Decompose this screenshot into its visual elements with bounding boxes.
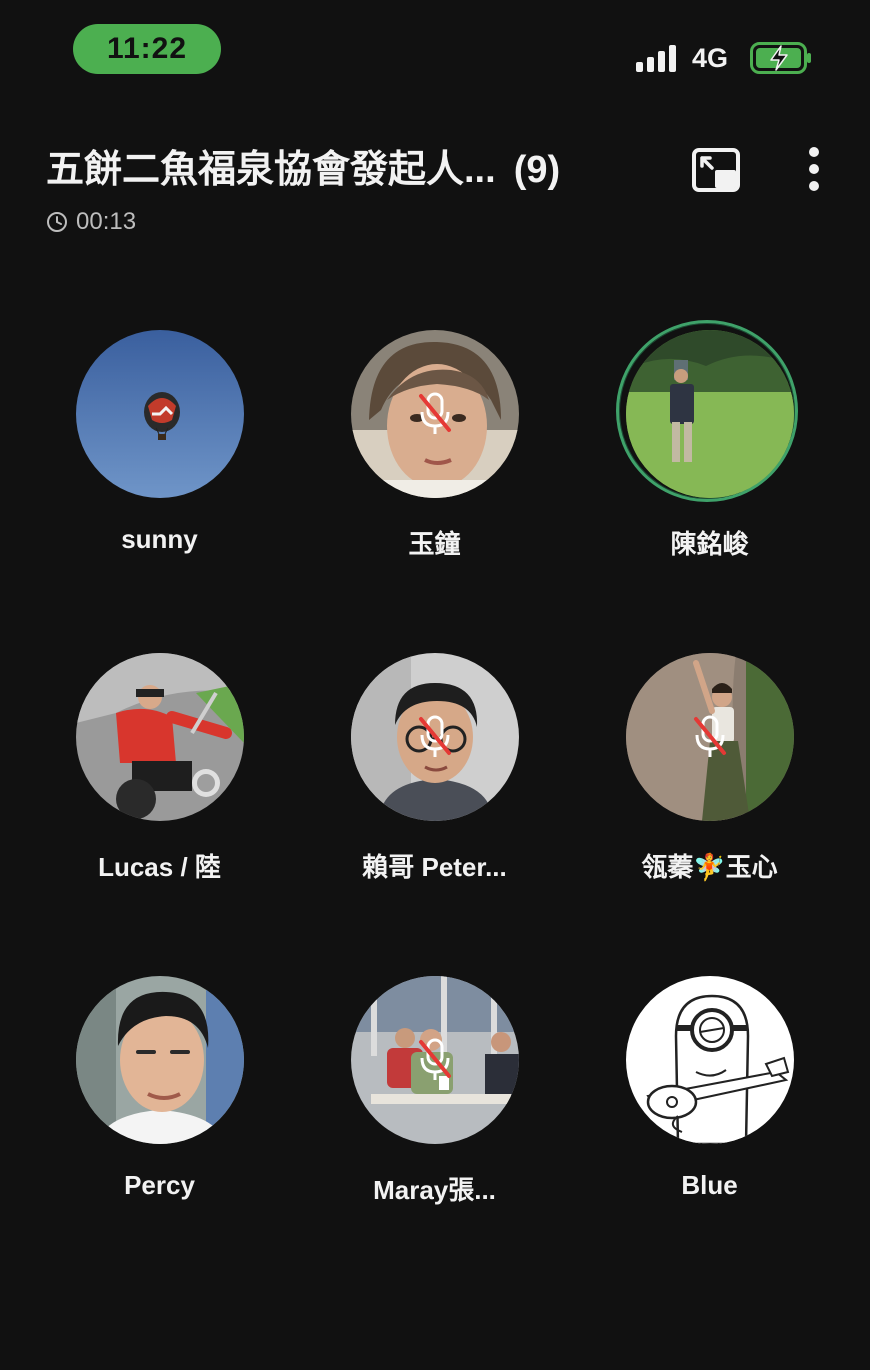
picture-in-picture-icon[interactable] (690, 144, 742, 196)
participant-count: (9) (513, 149, 561, 191)
participant-tile[interactable]: Maray張... (297, 966, 572, 1289)
participant-avatar (76, 653, 244, 821)
participant-name: 瓴蓁🧚玉心 (641, 852, 778, 882)
participant-name: sunny (121, 524, 198, 554)
participant-name: 玉鐘 (408, 529, 461, 559)
mic-muted-icon (419, 392, 451, 434)
call-title: 五餅二魚福泉協會發起人... (9) (46, 142, 666, 198)
participant-tile[interactable]: Lucas / 陸 (22, 643, 297, 966)
participant-name: 賴哥 Peter... (362, 852, 507, 882)
status-time: 11:22 (73, 24, 221, 74)
more-vertical-icon[interactable] (792, 142, 836, 198)
group-name: 五餅二魚福泉協會發起人... (46, 149, 496, 191)
participant-avatar (626, 330, 794, 498)
participant-name: Percy (124, 1170, 195, 1200)
participant-name: 陳銘峻 (670, 529, 749, 559)
participant-tile[interactable]: 瓴蓁🧚玉心 (572, 643, 847, 966)
call-timer: 00:13 (46, 206, 136, 238)
mic-muted-icon (694, 715, 726, 757)
participant-name: Blue (681, 1170, 738, 1200)
call-duration: 00:13 (76, 208, 137, 235)
participant-name: Lucas / 陸 (98, 852, 221, 882)
participant-tile[interactable]: 陳銘峻 (572, 320, 847, 643)
participant-avatar (76, 330, 244, 498)
participant-name: Maray張... (373, 1175, 496, 1205)
mic-muted-icon (419, 715, 451, 757)
participant-grid: sunny 玉鐘 陳銘峻 Lucas / 陸 賴哥 Peter... 瓴蓁🧚玉心… (22, 320, 848, 1289)
participant-avatar (76, 976, 244, 1144)
clock-icon (47, 212, 67, 232)
participant-tile[interactable]: 玉鐘 (297, 320, 572, 643)
signal-bars-icon (636, 45, 676, 72)
participant-tile[interactable]: Blue (572, 966, 847, 1289)
participant-tile[interactable]: sunny (22, 320, 297, 643)
participant-avatar (626, 976, 794, 1144)
mic-muted-icon (419, 1038, 451, 1080)
network-type: 4G (692, 43, 729, 73)
participant-tile[interactable]: 賴哥 Peter... (297, 643, 572, 966)
participant-tile[interactable]: Percy (22, 966, 297, 1289)
battery-charging-icon (750, 42, 811, 74)
status-bar: 11:22 4G (0, 0, 870, 100)
